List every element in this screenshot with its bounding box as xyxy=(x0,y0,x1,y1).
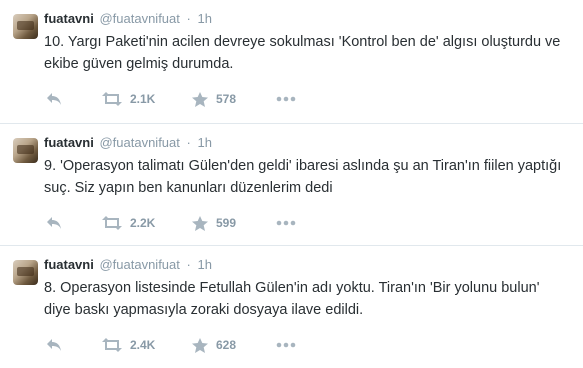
avatar[interactable] xyxy=(13,260,38,285)
tweet[interactable]: fuatavni @fuatavnifuat · 1h 9. 'Operasyo… xyxy=(0,124,583,246)
reply-button[interactable] xyxy=(46,90,62,108)
star-icon xyxy=(192,91,208,107)
more-button[interactable] xyxy=(276,336,296,354)
retweet-count: 2.1K xyxy=(130,92,156,106)
favorite-button[interactable]: 599 xyxy=(192,214,236,232)
tweet-actions: 2.1K 578 xyxy=(44,90,344,108)
separator-dot: · xyxy=(186,257,191,272)
favorite-count: 628 xyxy=(216,338,237,352)
more-button[interactable] xyxy=(276,214,296,232)
favorite-count: 578 xyxy=(216,92,237,106)
more-button[interactable] xyxy=(276,90,296,108)
reply-icon xyxy=(46,216,62,230)
avatar[interactable] xyxy=(13,138,38,163)
retweet-icon xyxy=(102,92,122,106)
timeline: fuatavni @fuatavnifuat · 1h 10. Yargı Pa… xyxy=(0,0,583,368)
reply-icon xyxy=(46,92,62,106)
retweet-button[interactable]: 2.1K xyxy=(102,90,155,108)
author-name[interactable]: fuatavni xyxy=(44,11,94,26)
reply-icon xyxy=(46,338,62,352)
avatar[interactable] xyxy=(13,14,38,39)
author-handle[interactable]: @fuatavnifuat xyxy=(99,135,179,150)
tweet-actions: 2.4K 628 xyxy=(44,336,344,354)
author-handle[interactable]: @fuatavnifuat xyxy=(99,11,179,26)
timestamp[interactable]: 1h xyxy=(197,11,211,26)
tweet-text: 9. 'Operasyon talimatı Gülen'den geldi' … xyxy=(44,158,562,196)
reply-button[interactable] xyxy=(46,336,62,354)
more-dots-icon xyxy=(276,96,296,102)
tweet-text: 10. Yargı Paketi'nin acilen devreye soku… xyxy=(44,34,561,72)
retweet-icon xyxy=(102,216,122,230)
star-icon xyxy=(192,215,208,231)
tweet[interactable]: fuatavni @fuatavnifuat · 1h 10. Yargı Pa… xyxy=(0,0,583,124)
separator-dot: · xyxy=(186,11,191,26)
retweet-button[interactable]: 2.4K xyxy=(102,336,155,354)
separator-dot: · xyxy=(186,135,191,150)
star-icon xyxy=(192,337,208,353)
author-name[interactable]: fuatavni xyxy=(44,135,94,150)
retweet-button[interactable]: 2.2K xyxy=(102,214,155,232)
timestamp[interactable]: 1h xyxy=(197,135,211,150)
tweet-header: fuatavni @fuatavnifuat · 1h xyxy=(44,10,212,28)
tweet-header: fuatavni @fuatavnifuat · 1h xyxy=(44,134,212,152)
tweet[interactable]: fuatavni @fuatavnifuat · 1h 8. Operasyon… xyxy=(0,246,583,368)
author-handle[interactable]: @fuatavnifuat xyxy=(99,257,179,272)
retweet-count: 2.2K xyxy=(130,216,156,230)
favorite-button[interactable]: 628 xyxy=(192,336,236,354)
tweet-actions: 2.2K 599 xyxy=(44,214,344,232)
favorite-button[interactable]: 578 xyxy=(192,90,236,108)
retweet-count: 2.4K xyxy=(130,338,156,352)
more-dots-icon xyxy=(276,220,296,226)
more-dots-icon xyxy=(276,342,296,348)
favorite-count: 599 xyxy=(216,216,237,230)
tweet-text: 8. Operasyon listesinde Fetullah Gülen'i… xyxy=(44,280,540,318)
retweet-icon xyxy=(102,338,122,352)
reply-button[interactable] xyxy=(46,214,62,232)
author-name[interactable]: fuatavni xyxy=(44,257,94,272)
timestamp[interactable]: 1h xyxy=(197,257,211,272)
tweet-header: fuatavni @fuatavnifuat · 1h xyxy=(44,256,212,274)
